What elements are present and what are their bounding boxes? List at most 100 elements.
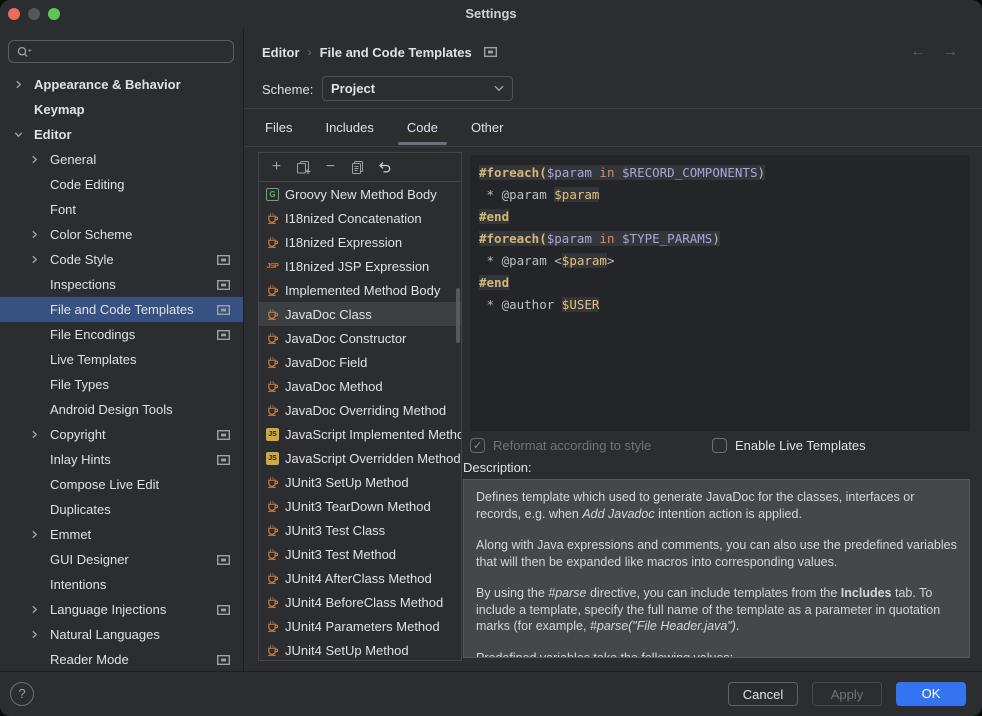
chevron-collapsed-icon[interactable] — [30, 530, 50, 539]
sidebar-item-file-encodings[interactable]: File Encodings — [0, 322, 243, 347]
sidebar-item-duplicates[interactable]: Duplicates — [0, 497, 243, 522]
code-token: ) — [757, 165, 765, 180]
chevron-collapsed-icon[interactable] — [30, 605, 50, 614]
template-item-javadoc-method[interactable]: JavaDoc Method — [259, 374, 461, 398]
template-item-junit3-test-class[interactable]: JUnit3 Test Class — [259, 518, 461, 542]
sidebar-item-live-templates[interactable]: Live Templates — [0, 347, 243, 372]
list-scrollbar[interactable] — [456, 288, 460, 343]
chevron-collapsed-icon[interactable] — [30, 255, 50, 264]
template-item-i18nized-jsp-expression[interactable]: JSPI18nized JSP Expression — [259, 254, 461, 278]
sidebar-item-code-style[interactable]: Code Style — [0, 247, 243, 272]
live-templates-checkbox[interactable] — [712, 438, 727, 453]
sidebar-item-editor[interactable]: Editor — [0, 122, 243, 147]
template-item-junit4-parameters-method[interactable]: JUnit4 Parameters Method — [259, 614, 461, 638]
sidebar-item-code-editing[interactable]: Code Editing — [0, 172, 243, 197]
code-token: in — [599, 165, 614, 180]
sidebar-item-android-design-tools[interactable]: Android Design Tools — [0, 397, 243, 422]
breadcrumb-editor[interactable]: Editor — [262, 45, 300, 60]
sidebar-item-emmet[interactable]: Emmet — [0, 522, 243, 547]
sidebar-item-reader-mode[interactable]: Reader Mode — [0, 647, 243, 672]
project-level-icon — [217, 330, 230, 340]
template-item-javadoc-constructor[interactable]: JavaDoc Constructor — [259, 326, 461, 350]
live-templates-checkbox-row: Enable Live Templates — [712, 435, 866, 455]
chevron-collapsed-icon[interactable] — [14, 80, 34, 89]
sidebar-item-intentions[interactable]: Intentions — [0, 572, 243, 597]
code-line: #end — [479, 206, 970, 228]
sidebar: Appearance & BehaviorKeymapEditorGeneral… — [0, 28, 244, 672]
copy-template-icon[interactable] — [344, 155, 371, 179]
chevron-expanded-icon[interactable] — [14, 130, 34, 139]
sidebar-item-label: Compose Live Edit — [50, 477, 159, 492]
help-button[interactable]: ? — [10, 682, 34, 706]
chevron-collapsed-icon[interactable] — [30, 630, 50, 639]
description-run: intention action is applied. — [655, 507, 802, 521]
template-item-junit3-test-method[interactable]: JUnit3 Test Method — [259, 542, 461, 566]
settings-search-input[interactable] — [8, 40, 234, 63]
forward-arrow-icon[interactable]: → — [942, 42, 958, 62]
template-item-label: Implemented Method Body — [285, 283, 440, 298]
template-item-junit4-afterclass-method[interactable]: JUnit4 AfterClass Method — [259, 566, 461, 590]
sidebar-item-font[interactable]: Font — [0, 197, 243, 222]
sidebar-item-label: Android Design Tools — [50, 402, 173, 417]
template-item-i18nized-expression[interactable]: I18nized Expression — [259, 230, 461, 254]
cancel-button[interactable]: Cancel — [728, 682, 798, 706]
sidebar-item-compose-live-edit[interactable]: Compose Live Edit — [0, 472, 243, 497]
sidebar-item-inlay-hints[interactable]: Inlay Hints — [0, 447, 243, 472]
reset-template-icon[interactable] — [371, 155, 398, 179]
sidebar-item-color-scheme[interactable]: Color Scheme — [0, 222, 243, 247]
project-level-icon — [217, 280, 230, 290]
template-item-javadoc-overriding-method[interactable]: JavaDoc Overriding Method — [259, 398, 461, 422]
sidebar-item-file-and-code-templates[interactable]: File and Code Templates — [0, 297, 243, 322]
template-item-junit3-setup-method[interactable]: JUnit3 SetUp Method — [259, 470, 461, 494]
sidebar-item-natural-languages[interactable]: Natural Languages — [0, 622, 243, 647]
code-token: #foreach( — [479, 231, 547, 246]
remove-template-icon[interactable]: − — [317, 155, 344, 179]
tabs: Files Includes Code Other — [262, 116, 506, 145]
template-list: GGroovy New Method BodyI18nized Concaten… — [259, 182, 461, 660]
tab-code[interactable]: Code — [404, 116, 441, 145]
tab-other[interactable]: Other — [468, 116, 507, 145]
sidebar-item-copyright[interactable]: Copyright — [0, 422, 243, 447]
chevron-collapsed-icon[interactable] — [30, 155, 50, 164]
java-icon — [266, 356, 279, 369]
create-from-template-icon[interactable] — [290, 155, 317, 179]
sidebar-item-keymap[interactable]: Keymap — [0, 97, 243, 122]
reformat-checkbox-label: Reformat according to style — [493, 438, 651, 453]
project-level-icon — [217, 455, 230, 465]
js-icon: JS — [266, 452, 279, 465]
reformat-checkbox-row: ✓ Reformat according to style — [470, 435, 651, 455]
sidebar-item-gui-designer[interactable]: GUI Designer — [0, 547, 243, 572]
tab-includes[interactable]: Includes — [322, 116, 376, 145]
sidebar-item-label: Inspections — [50, 277, 116, 292]
chevron-collapsed-icon[interactable] — [30, 430, 50, 439]
groovy-glyph: G — [266, 188, 279, 201]
add-template-icon[interactable]: + — [263, 155, 290, 179]
template-item-implemented-method-body[interactable]: Implemented Method Body — [259, 278, 461, 302]
scheme-select[interactable]: Project — [322, 76, 513, 101]
template-item-groovy-new-method-body[interactable]: GGroovy New Method Body — [259, 182, 461, 206]
sidebar-item-general[interactable]: General — [0, 147, 243, 172]
tab-files[interactable]: Files — [262, 116, 295, 145]
template-item-i18nized-concatenation[interactable]: I18nized Concatenation — [259, 206, 461, 230]
code-line: #end — [479, 272, 970, 294]
groovy-icon: G — [266, 188, 279, 201]
template-item-javascript-implemented-method[interactable]: JSJavaScript Implemented Method — [259, 422, 461, 446]
template-item-javadoc-class[interactable]: JavaDoc Class — [259, 302, 461, 326]
template-item-junit4-setup-method[interactable]: JUnit4 SetUp Method — [259, 638, 461, 660]
project-level-icon — [217, 655, 230, 665]
code-token: $USER — [562, 297, 600, 312]
template-item-label: JavaDoc Constructor — [285, 331, 406, 346]
java-icon — [266, 596, 279, 609]
sidebar-item-appearance-behavior[interactable]: Appearance & Behavior — [0, 72, 243, 97]
template-item-javadoc-field[interactable]: JavaDoc Field — [259, 350, 461, 374]
sidebar-item-language-injections[interactable]: Language Injections — [0, 597, 243, 622]
ok-button[interactable]: OK — [896, 682, 966, 706]
chevron-collapsed-icon[interactable] — [30, 230, 50, 239]
template-item-javascript-overridden-method[interactable]: JSJavaScript Overridden Method — [259, 446, 461, 470]
template-item-junit3-teardown-method[interactable]: JUnit3 TearDown Method — [259, 494, 461, 518]
sidebar-item-inspections[interactable]: Inspections — [0, 272, 243, 297]
back-arrow-icon[interactable]: ← — [910, 42, 926, 62]
sidebar-item-file-types[interactable]: File Types — [0, 372, 243, 397]
template-item-junit4-beforeclass-method[interactable]: JUnit4 BeforeClass Method — [259, 590, 461, 614]
template-code-editor[interactable]: #foreach($param in $RECORD_COMPONENTS) *… — [470, 155, 970, 431]
